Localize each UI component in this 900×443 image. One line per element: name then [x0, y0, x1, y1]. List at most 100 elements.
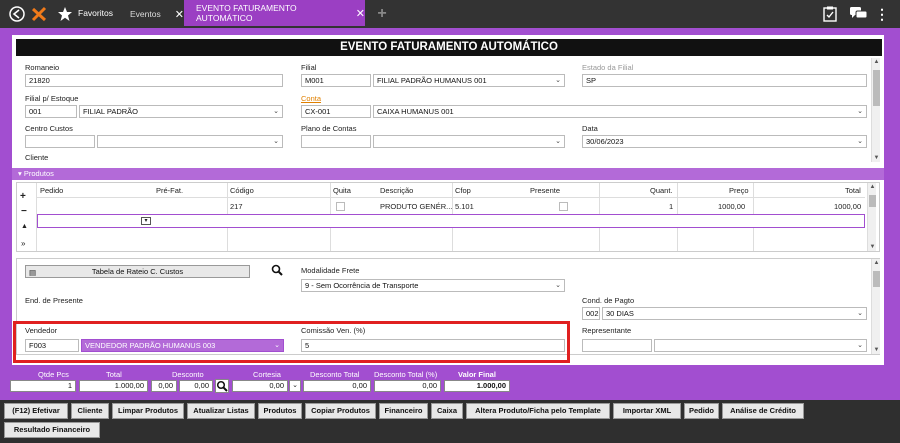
- col-quita[interactable]: Quita: [333, 186, 351, 195]
- atualizar-listas-button[interactable]: Atualizar Listas: [187, 403, 255, 419]
- produtos-button[interactable]: Produtos: [258, 403, 302, 419]
- romaneio-field[interactable]: 21820: [25, 74, 283, 87]
- importar-xml-button[interactable]: Importar XML: [613, 403, 681, 419]
- header-scrollbar[interactable]: ▲ ▼: [871, 58, 880, 162]
- col-cfop[interactable]: Cfop: [455, 186, 471, 195]
- add-tab-icon[interactable]: +: [374, 5, 390, 23]
- logo-icon: [30, 5, 48, 23]
- limpar-produtos-button[interactable]: Limpar Produtos: [112, 403, 184, 419]
- chevron-down-icon: ⌄: [273, 108, 279, 115]
- valor-final-value: 1.000,00: [444, 380, 510, 392]
- data-field[interactable]: 30/06/2023 ⌄: [582, 135, 867, 148]
- cell-cfop[interactable]: 5.101: [455, 202, 474, 211]
- col-codigo[interactable]: Código: [230, 186, 254, 195]
- desconto-value-1[interactable]: 0,00: [151, 380, 177, 392]
- total-value: 1.000,00: [79, 380, 148, 392]
- close-icon[interactable]: ✕: [175, 8, 184, 21]
- cell-descricao[interactable]: PRODUTO GENÉR...: [380, 202, 452, 211]
- cond-pagto-code-field[interactable]: 002: [582, 307, 600, 320]
- col-total[interactable]: Total: [845, 186, 861, 195]
- clipboard-icon[interactable]: [822, 5, 838, 23]
- scroll-up-icon[interactable]: ▲: [868, 184, 877, 190]
- cell-total[interactable]: 1000,00: [834, 202, 861, 211]
- plano-contas-code-field[interactable]: [301, 135, 371, 148]
- plano-contas-select[interactable]: ⌄: [373, 135, 565, 148]
- resultado-financeiro-button[interactable]: Resultado Financeiro: [4, 422, 100, 438]
- filial-estoque-name: FILIAL PADRÃO: [83, 107, 139, 116]
- scroll-up-icon[interactable]: ▲: [872, 260, 881, 266]
- col-pre-fat[interactable]: Pré-Fat.: [156, 186, 183, 195]
- scroll-down-icon[interactable]: ▼: [868, 244, 877, 250]
- favorites-label[interactable]: Favoritos: [78, 8, 113, 18]
- centro-custos-select[interactable]: ⌄: [97, 135, 283, 148]
- filial-name: FILIAL PADRÃO HUMANUS 001: [377, 76, 487, 85]
- col-preco[interactable]: Preço: [729, 186, 749, 195]
- col-descricao[interactable]: Descrição: [380, 186, 413, 195]
- chevron-down-icon: ⌄: [857, 138, 863, 145]
- representante-select[interactable]: ⌄: [654, 339, 867, 352]
- chat-icon[interactable]: [849, 5, 869, 23]
- lower-scrollbar[interactable]: ▲ ▼: [871, 259, 880, 354]
- financeiro-button[interactable]: Financeiro: [379, 403, 428, 419]
- scroll-down-icon[interactable]: ▼: [872, 347, 881, 353]
- more-menu-icon[interactable]: ⋮: [875, 5, 889, 23]
- chevron-down-icon: ⌄: [555, 77, 561, 84]
- scroll-down-icon[interactable]: ▼: [872, 155, 881, 161]
- tab-evento-faturamento[interactable]: EVENTO FATURAMENTO AUTOMÁTICO ✕: [184, 0, 365, 26]
- cond-pagto-select[interactable]: 30 DIAS ⌄: [602, 307, 867, 320]
- filial-estoque-select[interactable]: FILIAL PADRÃO ⌄: [79, 105, 283, 118]
- expand-icon[interactable]: »: [21, 239, 25, 248]
- search-icon[interactable]: [271, 264, 283, 278]
- analise-credito-button[interactable]: Análise de Crédito: [722, 403, 804, 419]
- end-presente-label: End. de Presente: [25, 296, 83, 305]
- filial-estoque-code-field[interactable]: 001: [25, 105, 77, 118]
- efetivar-button[interactable]: (F12) Efetivar: [4, 403, 68, 419]
- produtos-header-label: Produtos: [23, 169, 54, 178]
- tab-eventos[interactable]: Eventos ✕: [120, 0, 184, 28]
- modalidade-frete-value: 9 - Sem Ocorrência de Transporte: [305, 281, 419, 290]
- desconto-label: Desconto: [172, 370, 204, 379]
- col-presente[interactable]: Presente: [530, 186, 560, 195]
- add-row-icon[interactable]: +: [20, 191, 26, 202]
- filial-select[interactable]: FILIAL PADRÃO HUMANUS 001 ⌄: [373, 74, 565, 87]
- caixa-button[interactable]: Caixa: [431, 403, 463, 419]
- conta-select[interactable]: CAIXA HUMANUS 001 ⌄: [373, 105, 867, 118]
- desconto-value-2[interactable]: 0,00: [179, 380, 213, 392]
- quita-checkbox[interactable]: [336, 202, 345, 211]
- star-icon[interactable]: [56, 5, 74, 23]
- cortesia-value[interactable]: 0,00: [232, 380, 288, 392]
- altera-produto-button[interactable]: Altera Produto/Ficha pelo Template: [466, 403, 610, 419]
- scroll-up-icon[interactable]: ▲: [872, 59, 881, 65]
- desconto-search-icon[interactable]: [215, 379, 229, 393]
- tabela-rateio-button[interactable]: ▤ Tabela de Rateio C. Custos: [25, 265, 250, 278]
- cell-codigo[interactable]: 217: [230, 202, 243, 211]
- centro-custos-code-field[interactable]: [25, 135, 95, 148]
- cell-preco[interactable]: 1000,00: [718, 202, 745, 211]
- back-icon[interactable]: [8, 5, 26, 23]
- chevron-down-icon: ⌄: [857, 342, 863, 349]
- cortesia-dropdown-icon[interactable]: ⌄: [289, 380, 301, 392]
- produtos-scrollbar[interactable]: ▲ ▼: [867, 183, 876, 251]
- data-label: Data: [582, 124, 598, 133]
- cond-pagto-label: Cond. de Pagto: [582, 296, 635, 305]
- copiar-produtos-button[interactable]: Copiar Produtos: [305, 403, 376, 419]
- col-quant[interactable]: Quant.: [650, 186, 673, 195]
- pedido-button[interactable]: Pedido: [684, 403, 719, 419]
- cell-quant[interactable]: 1: [669, 202, 673, 211]
- conta-link[interactable]: Conta: [301, 94, 321, 103]
- close-icon[interactable]: ✕: [356, 7, 365, 20]
- chevron-down-icon: ⌄: [857, 310, 863, 317]
- filial-code-field[interactable]: M001: [301, 74, 371, 87]
- move-up-icon[interactable]: ▲: [21, 223, 28, 230]
- col-pedido[interactable]: Pedido: [40, 186, 63, 195]
- new-row-editor[interactable]: [37, 214, 865, 228]
- representante-code-field[interactable]: [582, 339, 652, 352]
- modalidade-frete-select[interactable]: 9 - Sem Ocorrência de Transporte ⌄: [301, 279, 565, 292]
- conta-code-field[interactable]: CX-001: [301, 105, 371, 118]
- centro-custos-label: Centro Custos: [25, 124, 73, 133]
- dropdown-icon[interactable]: ▾: [141, 217, 151, 225]
- remove-row-icon[interactable]: −: [21, 206, 27, 217]
- cliente-button[interactable]: Cliente: [71, 403, 109, 419]
- produtos-section-header[interactable]: ▾ Produtos: [12, 168, 884, 180]
- presente-checkbox[interactable]: [559, 202, 568, 211]
